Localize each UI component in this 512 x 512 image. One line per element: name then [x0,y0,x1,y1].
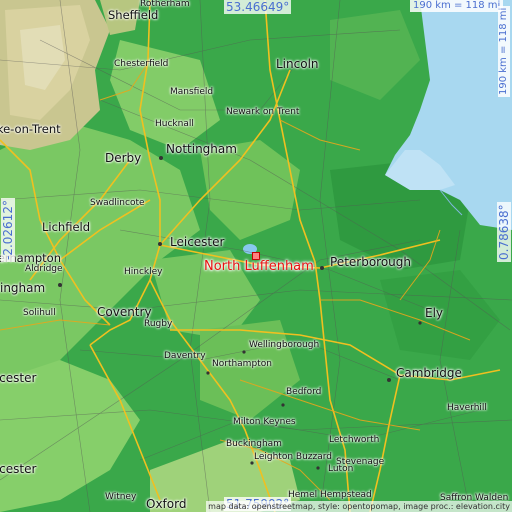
map-attribution[interactable]: map data: openstreetmap, style: opentopo… [206,501,512,512]
city-label-leicester[interactable]: Leicester [170,236,224,248]
vertical-scale-label: 190 km = 118 mi [498,5,510,97]
longitude-left-label: -2.02612° [1,198,15,262]
city-label-derby[interactable]: Derby [105,152,141,164]
city-label-oxford[interactable]: Oxford [146,498,186,510]
city-label-mansfield[interactable]: Mansfield [170,88,213,97]
elevation-map[interactable]: Sheffield Rotherham Chesterfield Mansfie… [0,0,512,512]
city-label-hucknall[interactable]: Hucknall [155,120,194,129]
city-label-letchworth[interactable]: Letchworth [329,436,379,445]
city-label-rotherham[interactable]: Rotherham [140,0,190,9]
horizontal-scale-label: 190 km = 118 mi [410,0,504,12]
city-label-worcester-north[interactable]: Worcester [0,372,36,384]
city-label-hemel[interactable]: Hemel Hempstead [288,491,372,500]
city-label-swadlincote[interactable]: Swadlincote [90,199,145,208]
city-label-solihull[interactable]: Solihull [23,309,56,318]
city-label-luton[interactable]: Luton [328,465,353,474]
city-label-nottingham[interactable]: Nottingham [166,143,237,155]
city-label-stoke[interactable]: Stoke-on-Trent [0,123,61,136]
longitude-right-label: 0.78638° [497,202,511,262]
city-label-buckingham[interactable]: Buckingham [226,440,282,449]
highlighted-place-label[interactable]: North Luffenham [204,260,314,273]
city-label-cambridge[interactable]: Cambridge [396,367,462,379]
city-label-witney[interactable]: Witney [105,493,136,502]
city-label-lichfield[interactable]: Lichfield [42,221,90,234]
city-label-bedford[interactable]: Bedford [286,388,321,397]
city-label-rugby[interactable]: Rugby [144,320,172,329]
city-label-daventry[interactable]: Daventry [164,352,206,361]
city-label-haverhill[interactable]: Haverhill [447,404,487,413]
city-label-birmingham[interactable]: Birmingham [0,282,45,294]
city-label-newark[interactable]: Newark on Trent [226,108,299,117]
city-label-milton-keynes[interactable]: Milton Keynes [233,418,296,427]
city-label-wellingborough[interactable]: Wellingborough [249,341,319,350]
city-label-worcester-south[interactable]: Worcester [0,463,36,475]
city-label-ely[interactable]: Ely [425,307,443,319]
city-label-aldridge[interactable]: Aldridge [25,265,63,274]
city-label-peterborough[interactable]: Peterborough [330,256,411,268]
city-label-chesterfield[interactable]: Chesterfield [114,60,168,69]
latitude-top-label: 53.46649° [224,0,292,14]
city-label-northampton[interactable]: Northampton [212,360,272,369]
city-label-hinckley[interactable]: Hinckley [124,268,163,277]
city-label-leighton-buzzard[interactable]: Leighton Buzzard [254,453,332,462]
city-label-lincoln[interactable]: Lincoln [276,58,319,70]
city-label-coventry[interactable]: Coventry [97,306,152,318]
city-label-sheffield[interactable]: Sheffield [108,9,158,22]
